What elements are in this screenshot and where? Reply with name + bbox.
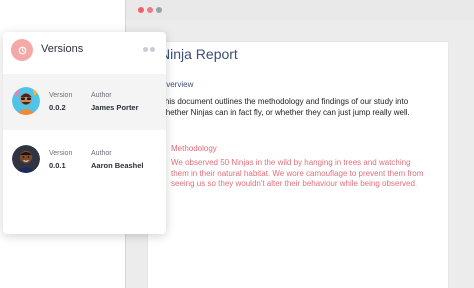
version-label: Version — [49, 92, 73, 99]
author-label: Author — [91, 150, 112, 157]
versions-header: Versions — [3, 32, 166, 70]
close-window-dot[interactable] — [138, 7, 144, 13]
version-number: 0.0.1 — [49, 161, 66, 170]
version-row[interactable]: Version 0.0.2 Author James Porter — [3, 74, 166, 130]
author-name: James Porter — [91, 103, 139, 112]
avatar — [12, 87, 40, 115]
versions-panel: Versions Version 0.0.2 Author James Port… — [3, 32, 166, 234]
document-title: Ninja Report — [160, 46, 238, 62]
author-label: Author — [91, 92, 112, 99]
author-name: Aaron Beashel — [91, 161, 144, 170]
methodology-heading: Methodology — [171, 144, 217, 153]
versions-title: Versions — [41, 43, 84, 55]
version-label: Version — [49, 150, 73, 157]
methodology-block: Methodology We observed 50 Ninjas in the… — [160, 141, 426, 207]
history-icon — [11, 39, 33, 61]
methodology-paragraph: We observed 50 Ninjas in the wild by han… — [171, 158, 424, 188]
minimize-window-dot[interactable] — [147, 7, 153, 13]
version-row[interactable]: Version 0.0.1 Author Aaron Beashel — [3, 132, 166, 188]
version-number: 0.0.2 — [49, 103, 66, 112]
more-options-icon[interactable] — [143, 47, 157, 53]
maximize-window-dot[interactable] — [156, 7, 162, 13]
avatar — [12, 145, 40, 173]
window-titlebar — [126, 0, 474, 20]
document-window: Ninja Report Overview This document outl… — [125, 0, 474, 288]
overview-paragraph: This document outlines the methodology a… — [160, 97, 410, 117]
